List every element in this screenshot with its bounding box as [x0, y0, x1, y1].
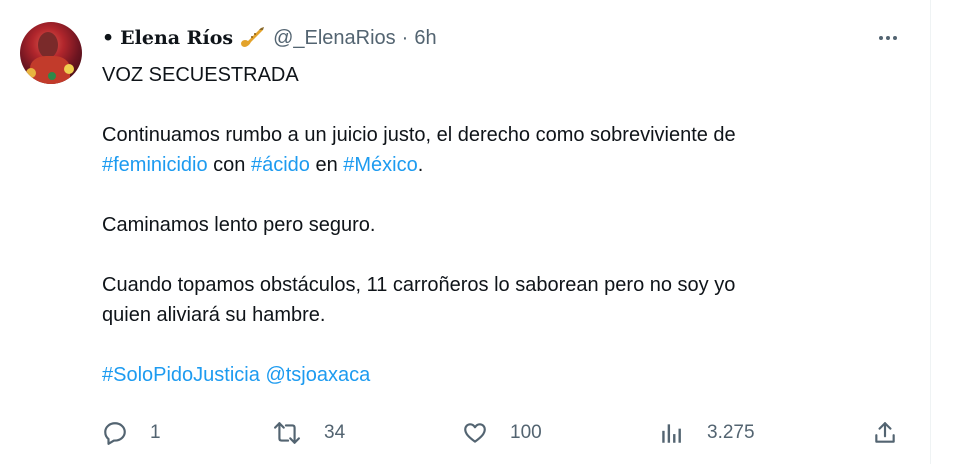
tweet-timestamp[interactable]: 6h: [414, 27, 436, 50]
more-icon[interactable]: [879, 36, 897, 40]
tweet-paragraph: Cuando topamos obstáculos, 11 carroñeros…: [102, 270, 902, 330]
reply-button[interactable]: 1: [102, 420, 161, 446]
views-button[interactable]: 3.275: [659, 420, 755, 446]
avatar[interactable]: [20, 22, 82, 84]
author-handle[interactable]: @_ElenaRios: [273, 27, 396, 50]
mention-link[interactable]: @tsjoaxaca: [265, 364, 370, 386]
hashtag-link[interactable]: #ácido: [251, 154, 310, 176]
views-count: 3.275: [707, 422, 755, 443]
saxophone-icon: [239, 26, 265, 50]
separator-dot: ·: [401, 26, 409, 49]
tweet-paragraph: #SoloPidoJusticia @tsjoaxaca: [102, 360, 902, 390]
reply-icon: [102, 420, 128, 446]
reply-count: 1: [150, 422, 161, 443]
hashtag-link[interactable]: #México: [343, 154, 417, 176]
tweet-line: Caminamos lento pero seguro.: [102, 214, 376, 236]
retweet-icon: [272, 420, 302, 446]
share-button[interactable]: [872, 420, 898, 446]
like-icon: [462, 420, 488, 446]
column-divider: [930, 0, 931, 464]
tweet-text-segment: en: [309, 154, 344, 176]
retweet-count: 34: [324, 422, 346, 443]
tweet-header: • Elena Ríos @_ElenaRios · 6h: [102, 26, 437, 50]
share-icon: [872, 420, 898, 446]
hashtag-link[interactable]: #feminicidio: [102, 154, 208, 176]
tweet-text-segment: quien aliviará su hambre.: [102, 304, 326, 326]
tweet-paragraph: Continuamos rumbo a un juicio justo, el …: [102, 120, 902, 180]
hashtag-link[interactable]: #SoloPidoJusticia: [102, 364, 260, 386]
retweet-button[interactable]: 34: [272, 420, 345, 446]
author-name[interactable]: Elena Ríos: [120, 27, 233, 49]
like-button[interactable]: 100: [462, 420, 542, 446]
tweet-text-segment: .: [417, 154, 424, 176]
like-count: 100: [510, 422, 542, 443]
tweet-actions: 1 34 100 3.275: [102, 420, 902, 450]
tweet-text-segment: con: [207, 154, 251, 176]
tweet-text-segment: Cuando topamos obstáculos, 11 carroñeros…: [102, 274, 736, 296]
name-bullet: •: [102, 27, 115, 49]
tweet-line: VOZ SECUESTRADA: [102, 64, 299, 86]
views-icon: [659, 420, 685, 446]
tweet-text-segment: Continuamos rumbo a un juicio justo, el …: [102, 124, 736, 146]
tweet-text: VOZ SECUESTRADA Continuamos rumbo a un j…: [102, 60, 902, 390]
